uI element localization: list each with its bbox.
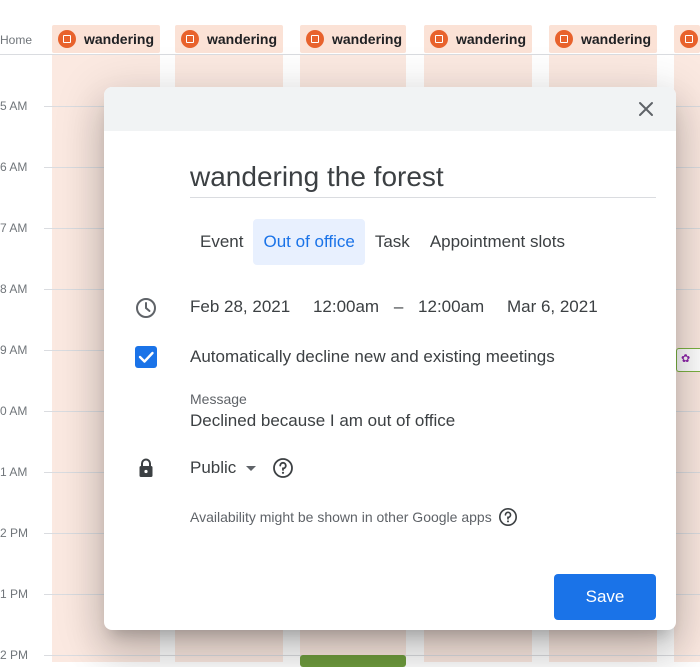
time-label: 2 PM: [0, 648, 29, 662]
ooo-event-chip[interactable]: wandering: [300, 25, 406, 53]
ooo-event-chip[interactable]: wandering: [549, 25, 657, 53]
calendar-event[interactable]: [300, 655, 406, 667]
time-label: 5 AM: [0, 99, 28, 113]
event-emoji-icon: ✿: [681, 353, 691, 365]
tab-task[interactable]: Task: [365, 219, 420, 265]
date-time-row: Feb 28, 2021 12:00am – 12:00am Mar 6, 20…: [190, 297, 598, 317]
time-label: 2 PM: [0, 526, 29, 540]
event-type-tabs: Event Out of office Task Appointment slo…: [190, 219, 575, 265]
event-title: wandering the forest: [190, 161, 444, 192]
timezone-label: Home: [0, 33, 33, 47]
close-icon[interactable]: [634, 97, 658, 121]
time-label: 1 AM: [0, 465, 28, 479]
start-time[interactable]: 12:00am: [313, 297, 379, 316]
ooo-event-chip[interactable]: wandering: [424, 25, 532, 53]
event-title: wandering: [84, 31, 155, 47]
time-label: 0 AM: [0, 404, 28, 418]
help-circle-icon[interactable]: [272, 457, 294, 479]
tab-event[interactable]: Event: [190, 219, 253, 265]
end-time[interactable]: 12:00am: [418, 297, 484, 316]
auto-decline-label[interactable]: Automatically decline new and existing m…: [190, 347, 555, 367]
time-label: 8 AM: [0, 282, 28, 296]
ooo-icon: [306, 30, 324, 48]
availability-text: Availability might be shown in other Goo…: [190, 509, 492, 525]
event-title: wandering: [332, 31, 403, 47]
checkbox-checked-icon[interactable]: [135, 346, 157, 368]
ooo-icon: [430, 30, 448, 48]
availability-note: Availability might be shown in other Goo…: [190, 507, 518, 527]
ooo-icon: [181, 30, 199, 48]
time-label: 1 PM: [0, 587, 29, 601]
range-dash: –: [393, 297, 404, 316]
time-label: 6 AM: [0, 160, 28, 174]
message-label: Message: [190, 391, 247, 407]
visibility-select[interactable]: Public: [190, 457, 294, 479]
lock-icon: [134, 456, 158, 480]
out-of-office-dialog: wandering the forest Event Out of office…: [104, 87, 676, 630]
ooo-event-chip[interactable]: wandering: [52, 25, 160, 53]
time-label: 7 AM: [0, 221, 28, 235]
ooo-event-chip[interactable]: [674, 25, 700, 53]
time-label: 9 AM: [0, 343, 28, 357]
event-title: wandering: [456, 31, 527, 47]
ooo-icon: [58, 30, 76, 48]
clock-icon: [134, 296, 158, 320]
tab-out-of-office[interactable]: Out of office: [253, 219, 365, 265]
dialog-header: [104, 87, 676, 131]
message-field[interactable]: Declined because I am out of office: [190, 411, 455, 431]
event-title: wandering: [581, 31, 652, 47]
save-button[interactable]: Save: [554, 574, 656, 620]
title-input[interactable]: wandering the forest: [190, 159, 656, 198]
start-date[interactable]: Feb 28, 2021: [190, 297, 290, 316]
calendar-event[interactable]: ✿: [676, 348, 700, 372]
ooo-icon: [680, 30, 698, 48]
help-circle-icon[interactable]: [498, 507, 518, 527]
end-date[interactable]: Mar 6, 2021: [507, 297, 598, 316]
visibility-value: Public: [190, 458, 237, 477]
tab-appointment-slots[interactable]: Appointment slots: [420, 219, 575, 265]
ooo-icon: [555, 30, 573, 48]
ooo-event-chip[interactable]: wandering: [175, 25, 283, 53]
event-title: wandering: [207, 31, 278, 47]
dropdown-arrow-icon: [246, 465, 257, 471]
